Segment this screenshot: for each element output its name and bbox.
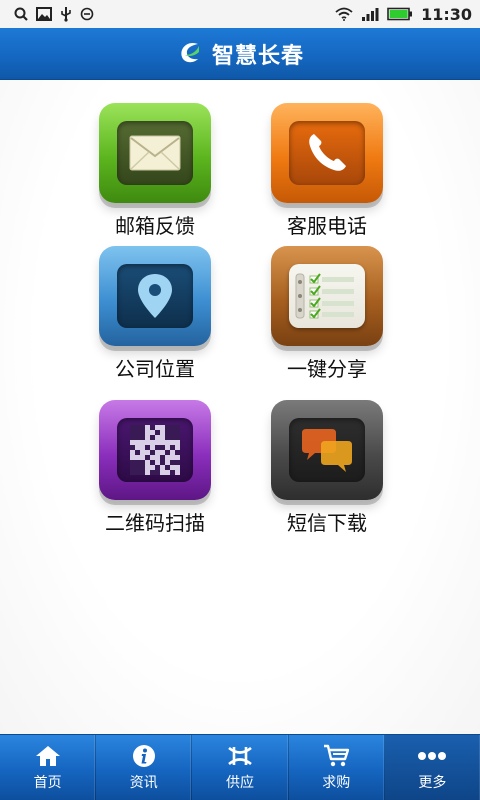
tile-sms-download[interactable]: 短信下载 xyxy=(242,400,412,536)
battery-level xyxy=(389,10,408,18)
nav-item-supply[interactable]: 供应 xyxy=(192,735,289,800)
company-location-button[interactable] xyxy=(99,246,211,346)
checklist-icon xyxy=(289,264,365,328)
tile-label: 邮箱反馈 xyxy=(115,214,195,238)
nav-item-purchase[interactable]: 求购 xyxy=(289,735,385,800)
location-pin-icon xyxy=(117,264,193,328)
tile-one-click-share[interactable]: 一键分享 xyxy=(242,246,412,382)
qr-scan-button[interactable] xyxy=(99,400,211,500)
battery-icon xyxy=(387,7,413,21)
clock-icon xyxy=(80,7,94,21)
cart-icon xyxy=(323,744,350,768)
tile-mail-feedback[interactable]: 邮箱反馈 xyxy=(70,103,240,239)
tile-label: 公司位置 xyxy=(115,357,195,381)
wifi-icon xyxy=(335,7,353,21)
status-bar: 11:30 xyxy=(0,0,480,28)
signal-icon xyxy=(361,7,379,21)
one-click-share-button[interactable] xyxy=(271,246,383,346)
tile-label: 一键分享 xyxy=(287,357,367,381)
customer-service-button[interactable] xyxy=(271,103,383,203)
mail-icon xyxy=(117,121,193,185)
home-icon xyxy=(35,744,61,768)
tile-label: 二维码扫描 xyxy=(105,511,205,535)
tile-company-location[interactable]: 公司位置 xyxy=(70,246,240,382)
chat-bubbles-icon xyxy=(289,418,365,482)
nav-label: 供应 xyxy=(226,774,254,791)
phone-icon xyxy=(289,121,365,185)
sms-download-button[interactable] xyxy=(271,400,383,500)
main-content: 邮箱反馈 客服电话 公司位置 一键分享 二维码扫描 短信下载 xyxy=(0,80,480,734)
tile-customer-service[interactable]: 客服电话 xyxy=(242,103,412,239)
supply-icon xyxy=(227,744,253,768)
info-icon xyxy=(132,744,156,768)
status-time: 11:30 xyxy=(421,4,472,24)
nav-item-home[interactable]: 首页 xyxy=(0,735,97,800)
page-title: 智慧长春 xyxy=(211,43,304,69)
app-header: 智慧长春 xyxy=(0,28,480,80)
usb-icon xyxy=(60,6,72,22)
search-icon xyxy=(14,7,28,21)
qr-code-icon xyxy=(117,418,193,482)
nav-label: 更多 xyxy=(418,774,447,791)
leaf-logo-icon xyxy=(176,38,204,70)
nav-label: 首页 xyxy=(33,774,62,791)
nav-label: 求购 xyxy=(322,774,351,791)
status-bar-right: 11:30 xyxy=(335,5,472,24)
tile-label: 客服电话 xyxy=(287,214,367,238)
status-bar-left xyxy=(14,6,94,22)
nav-item-news[interactable]: 资讯 xyxy=(96,735,193,800)
tile-label: 短信下载 xyxy=(287,511,367,535)
nav-item-more[interactable]: 更多 xyxy=(384,735,480,800)
bottom-nav: 首页 资讯 供应 求购 更多 xyxy=(0,734,480,800)
mail-feedback-button[interactable] xyxy=(99,103,211,203)
tile-qr-scan[interactable]: 二维码扫描 xyxy=(70,400,240,536)
image-icon xyxy=(36,7,52,21)
more-icon xyxy=(417,744,447,768)
nav-label: 资讯 xyxy=(129,774,158,791)
